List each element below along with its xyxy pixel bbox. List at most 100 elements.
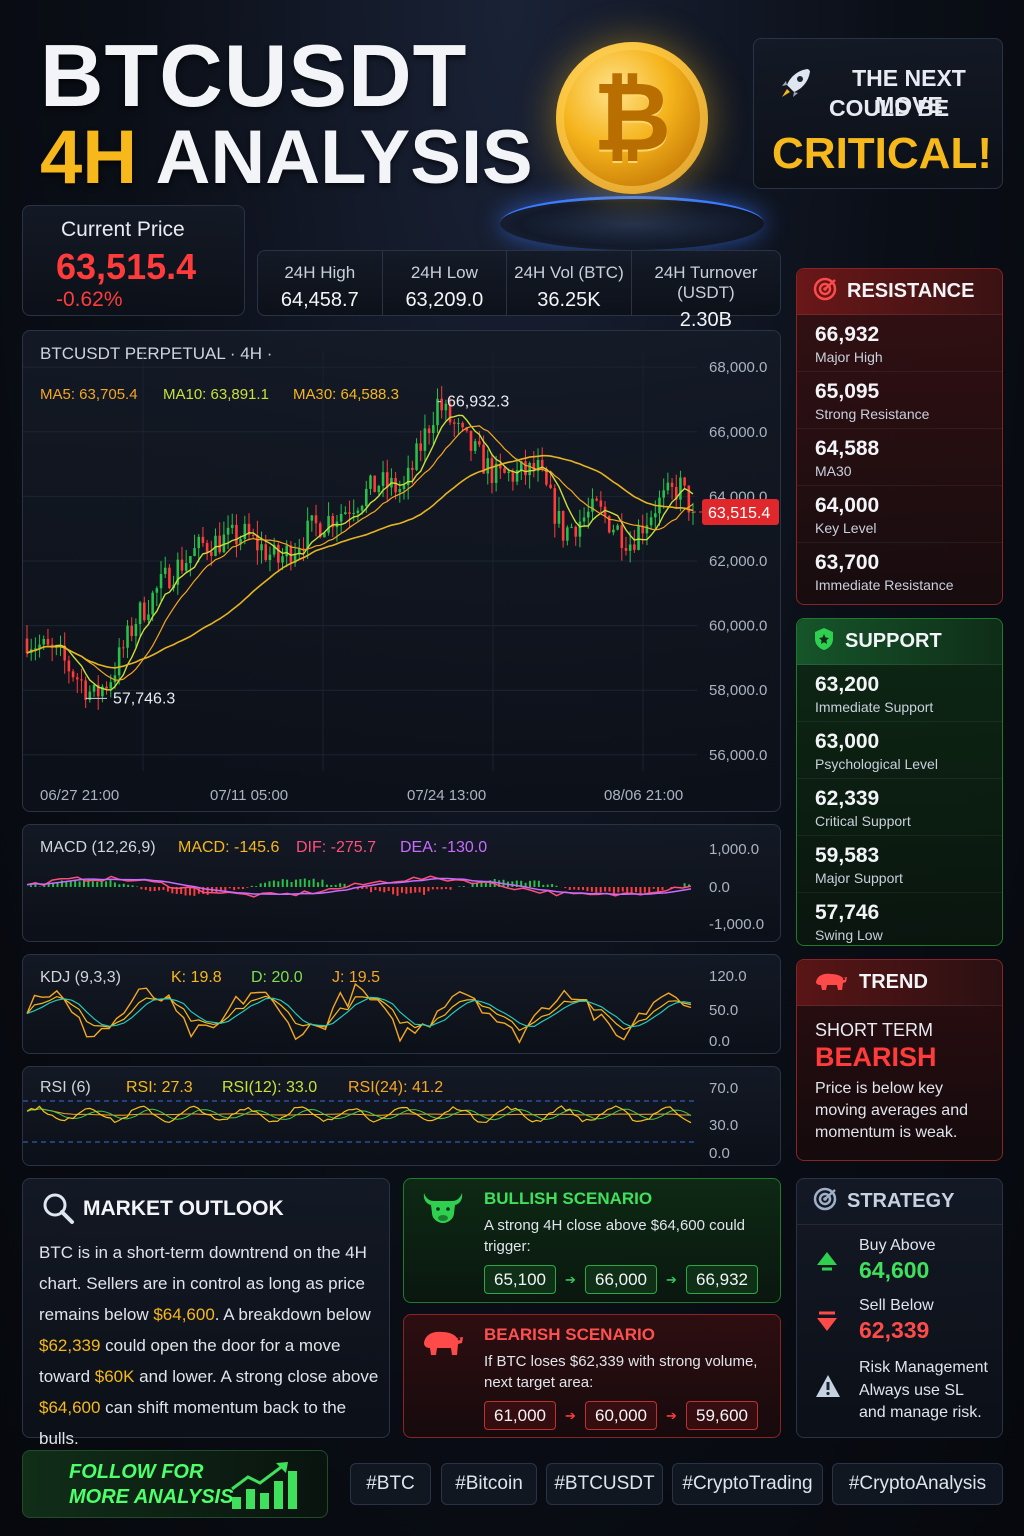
- last-price-text: 63,515.4: [708, 505, 770, 522]
- candle-body: [662, 490, 665, 498]
- candle-body: [654, 513, 657, 518]
- analysis-label: ANALYSIS: [155, 115, 533, 200]
- candle-body: [452, 422, 456, 424]
- candle-body: [277, 544, 280, 563]
- candle-body: [344, 512, 347, 514]
- candle-body: [113, 675, 117, 683]
- kdj-svg: KDJ (9,3,3) K: 19.8 D: 20.0 J: 19.5 120.…: [26, 968, 747, 1050]
- bullish-text: A strong 4H close above $64,600 could tr…: [484, 1217, 746, 1255]
- candle-body: [155, 588, 159, 593]
- candle-body: [168, 567, 171, 589]
- warning-icon: [815, 1373, 841, 1405]
- dif-value: DIF: -275.7: [296, 839, 376, 856]
- y-tick-label: 58,000.0: [709, 682, 767, 699]
- candle-body: [230, 524, 234, 528]
- candle-body: [84, 680, 87, 700]
- stat-24h-volume: 24H Vol (BTC) 36.25K: [507, 251, 632, 315]
- resistance-level: 63,700 Immediate Resistance: [815, 551, 954, 593]
- stat-24h-high: 24H High 64,458.7: [258, 251, 383, 315]
- resistance-level: 65,095 Strong Resistance: [797, 372, 1002, 429]
- candle-body: [67, 660, 71, 672]
- price-chart[interactable]: BTCUSDT PERPETUAL · 4H · MA5: 63,705.4 M…: [22, 330, 781, 812]
- candle-body: [436, 398, 439, 426]
- candle-body: [310, 515, 314, 521]
- current-price-change: -0.62%: [56, 288, 123, 311]
- candle-body: [524, 461, 527, 476]
- hashtag-btc[interactable]: #BTC: [350, 1463, 431, 1505]
- candle-body: [599, 500, 603, 507]
- candle-body: [649, 517, 653, 526]
- bullish-scenario-card: BULLISH SCENARIO A strong 4H close above…: [403, 1178, 781, 1303]
- candle-body: [193, 548, 196, 557]
- hashtag-btcusdt[interactable]: #BTCUSDT: [546, 1463, 663, 1505]
- stats-bar: 24H High 64,458.7 24H Low 63,209.0 24H Vol…: [257, 250, 781, 331]
- support-level: 63,200 Immediate Support: [797, 665, 1002, 722]
- candle-body: [549, 484, 552, 489]
- resistance-level: 66,932 Major High: [797, 315, 1002, 372]
- dea-value: DEA: -130.0: [400, 839, 487, 856]
- candle-body: [218, 535, 221, 553]
- candle-body: [130, 625, 134, 637]
- candle-body: [561, 510, 565, 541]
- rsi-svg: RSI (6) RSI: 27.3 RSI(12): 33.0 RSI(24):…: [23, 1079, 738, 1162]
- candle-body: [398, 488, 402, 493]
- macd-value: MACD: -145.6: [178, 839, 279, 856]
- candle-body: [415, 443, 418, 470]
- candle-body: [197, 536, 201, 549]
- candle-body: [80, 679, 83, 681]
- kdj-panel[interactable]: KDJ (9,3,3) K: 19.8 D: 20.0 J: 19.5 120.…: [22, 954, 781, 1054]
- candle-body: [369, 475, 372, 489]
- ma5-label: MA5: 63,705.4: [40, 386, 138, 403]
- macd-panel[interactable]: MACD (12,26,9) MACD: -145.6 DIF: -275.7 …: [22, 824, 781, 942]
- candle-body: [147, 614, 150, 621]
- candle-body: [528, 462, 531, 476]
- hashtag-bitcoin[interactable]: #Bitcoin: [441, 1463, 537, 1505]
- macd-y-tick: -1,000.0: [709, 916, 764, 933]
- candle-body: [348, 512, 351, 514]
- x-tick-label: 06/27 21:00: [40, 787, 119, 804]
- bull-icon: [420, 1189, 466, 1238]
- candle-body: [503, 468, 506, 473]
- candle-body: [356, 510, 360, 513]
- support-level: 62,339 Critical Support: [797, 779, 1002, 836]
- resistance-level: 64,588 MA30: [797, 429, 1002, 486]
- candle-body: [122, 647, 125, 649]
- candle-body: [478, 441, 481, 445]
- rocket-icon: [778, 65, 814, 110]
- ma5-line: [26, 414, 694, 691]
- arrow-right-icon: ➔: [565, 1271, 576, 1287]
- candle-body: [377, 485, 381, 493]
- follow-banner[interactable]: FOLLOW FOR MORE ANALYSIS: [22, 1450, 328, 1518]
- kdj-j-value: J: 19.5: [332, 969, 380, 986]
- candle-body: [306, 520, 309, 550]
- high-price-label: 66,932.3: [447, 394, 509, 411]
- candle-body: [666, 482, 670, 491]
- low-price-label: 57,746.3: [113, 690, 175, 707]
- candle-body: [628, 544, 632, 551]
- candle-body: [570, 526, 573, 528]
- candle-body: [134, 624, 138, 637]
- macd-title: MACD (12,26,9): [40, 839, 156, 856]
- support-level: 57,746 Swing Low: [815, 901, 883, 943]
- candle-body: [423, 428, 427, 451]
- hashtag-cryptotrading[interactable]: #CryptoTrading: [672, 1463, 823, 1505]
- rsi-y-tick: 0.0: [709, 1145, 730, 1162]
- candle-body: [381, 472, 385, 486]
- current-price-value: 63,515.4: [56, 246, 197, 287]
- rsi-panel[interactable]: RSI (6) RSI: 27.3 RSI(12): 33.0 RSI(24):…: [22, 1066, 781, 1166]
- candle-body: [163, 567, 167, 575]
- candle-body: [126, 625, 129, 648]
- candle-body: [364, 488, 368, 506]
- hashtag-cryptoanalysis[interactable]: #CryptoAnalysis: [832, 1463, 1003, 1505]
- support-level: 59,583 Major Support: [797, 836, 1002, 893]
- market-outlook-title: MARKET OUTLOOK: [83, 1197, 284, 1220]
- candle-body: [189, 556, 192, 564]
- candle-body: [595, 498, 598, 501]
- trend-card: TREND SHORT TERM BEARISH Price is below …: [796, 959, 1003, 1161]
- sell-arrow-icon: [815, 1309, 839, 1339]
- current-price-card: Current Price 63,515.4 -0.62%: [22, 205, 245, 316]
- candle-body: [394, 477, 397, 493]
- candle-body: [578, 521, 582, 537]
- candle-body: [327, 515, 330, 533]
- candle-body: [373, 475, 376, 493]
